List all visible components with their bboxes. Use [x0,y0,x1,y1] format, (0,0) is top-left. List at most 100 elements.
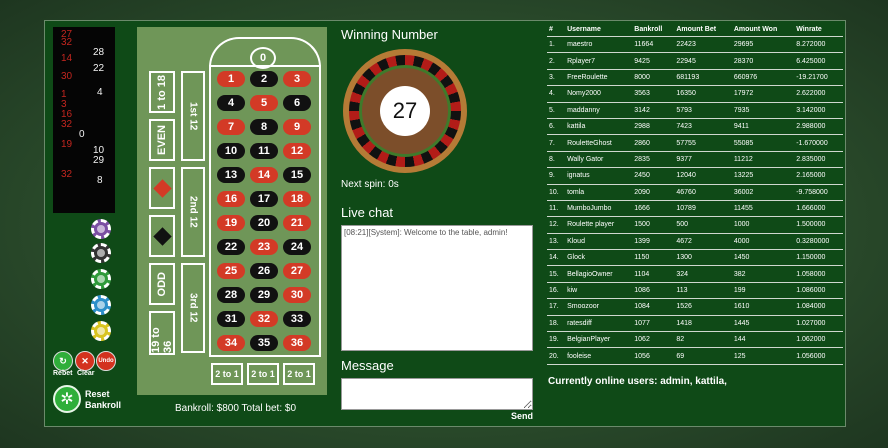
leaderboard-cell: 2450 [632,167,675,185]
leaderboard-column-header[interactable]: # [547,23,566,37]
odd-bet[interactable]: ODD [149,263,175,305]
leaderboard-cell: 9. [547,167,566,185]
dozen-bet-2[interactable]: 2nd 12 [181,167,205,257]
chip-black[interactable] [91,243,111,263]
leaderboard-cell: 7935 [731,102,795,119]
leaderboard-cell: 19. [547,331,566,349]
history-red-number: 32 [61,169,73,180]
leaderboard-cell: 2.835000 [794,151,843,169]
chip-blue[interactable] [91,295,111,315]
even-bet[interactable]: EVEN [149,119,175,161]
leaderboard-cell: 1000 [731,216,795,234]
leaderboard-row: 2. Rplayer7 9425 22945 28370 6.425000 [547,52,843,70]
leaderboard-cell: 1086 [632,282,675,300]
leaderboard-column-header[interactable]: Amount Won [731,23,795,37]
leaderboard-cell: 69 [674,347,732,365]
leaderboard-cell: 2.988000 [794,118,843,136]
leaderboard-cell: ignatus [565,167,633,185]
leaderboard-cell: 2835 [632,151,675,169]
leaderboard-cell: 144 [731,331,795,349]
dozen-bet-3[interactable]: 3rd 12 [181,263,205,353]
leaderboard-row: 6. kattila 2988 7423 9411 2.988000 [547,118,843,136]
leaderboard-cell: 46760 [674,184,732,201]
rebet-button[interactable]: ↻ [53,351,73,371]
dozen-label: 2nd 12 [187,196,199,228]
leaderboard-cell: 382 [731,265,795,283]
high-bet[interactable]: 19 to 36 [149,311,175,355]
chip-yellow[interactable] [91,321,111,341]
leaderboard-cell: 1526 [674,298,732,316]
leaderboard-cell: 1.084000 [794,298,843,316]
leaderboard-cell: 55085 [731,134,795,152]
chip-purple[interactable] [91,219,111,239]
column-bet-2[interactable]: 2 to 1 [247,363,279,385]
leaderboard-cell: 324 [674,265,732,283]
leaderboard-cell: 125 [731,347,795,365]
leaderboard-cell: 11455 [731,200,795,218]
message-input[interactable] [341,378,533,410]
history-red-number: 32 [61,37,73,48]
leaderboard-cell: kiw [565,282,633,300]
leaderboard-row: 20. fooleise 1056 69 125 1.056000 [547,347,843,365]
column-bet-3[interactable]: 2 to 1 [283,363,315,385]
leaderboard-cell: 15. [547,265,566,283]
outside-bet-label: 1 to 18 [156,74,168,110]
leaderboard-cell: Glock [565,249,633,267]
column-bet-1[interactable]: 2 to 1 [211,363,243,385]
winning-number: 27 [380,86,430,136]
dozen-bet-1[interactable]: 1st 12 [181,71,205,161]
reset-bankroll-label: Reset Bankroll [85,389,122,410]
leaderboard-cell: 113 [674,282,732,300]
leaderboard-cell: 11212 [731,151,795,169]
reset-bankroll-button[interactable]: ✲ [53,385,81,413]
send-button[interactable]: Send [511,411,533,421]
history-black-number: 0 [79,129,85,140]
leaderboard-cell: 1077 [632,315,675,333]
leaderboard-cell: Kloud [565,233,633,251]
leaderboard-cell: 2988 [632,118,675,136]
history-black-number: 22 [93,63,105,74]
leaderboard-cell: 12. [547,216,566,234]
leaderboard-cell: 18. [547,315,566,333]
dozen-label: 3rd 12 [187,293,199,323]
leaderboard-cell: maestro [565,36,633,54]
low-bet[interactable]: 1 to 18 [149,71,175,113]
chat-log[interactable]: [08:21][System]: Welcome to the table, a… [341,225,533,351]
history-black-number: 28 [93,47,105,58]
leaderboard-cell: ratesdiff [565,315,633,333]
leaderboard-cell: 0.3280000 [794,233,843,251]
leaderboard-cell: 1.058000 [794,265,843,283]
leaderboard-cell: 1.666000 [794,200,843,218]
red-bet[interactable] [149,167,175,209]
leaderboard-column-header[interactable]: Username [565,23,633,37]
clear-button[interactable]: ✕ [75,351,95,371]
leaderboard-cell: BelgianPlayer [565,331,633,349]
leaderboard-cell: 3.142000 [794,102,843,119]
leaderboard-cell: 1610 [731,298,795,316]
leaderboard-cell: 6.425000 [794,52,843,70]
betting-table: 0 1 2 3 4 5 6 7 8 9 10 11 12 13 14 15 16 17 18 19 20 21 22 23 2… [137,27,327,395]
leaderboard-cell: 13225 [731,167,795,185]
leaderboard-cell: 10. [547,184,566,201]
leaderboard-row: 13. Kloud 1399 4672 4000 0.3280000 [547,233,843,251]
leaderboard-column-header[interactable]: Winrate [794,23,843,37]
leaderboard-cell: 8. [547,151,566,169]
live-chat-title: Live chat [341,205,394,220]
leaderboard-cell: 2090 [632,184,675,201]
leaderboard-cell: 1.056000 [794,347,843,365]
leaderboard-row: 8. Wally Gator 2835 9377 11212 2.835000 [547,151,843,169]
leaderboard-cell: tomla [565,184,633,201]
leaderboard-row: 5. maddanny 3142 5793 7935 3.142000 [547,102,843,119]
leaderboard-row: 3. FreeRoulette 8000 681193 660976 -19.21700 [547,69,843,87]
leaderboard-cell: 199 [731,282,795,300]
leaderboard-cell: 36002 [731,184,795,201]
leaderboard-cell: Nomy2000 [565,85,633,103]
leaderboard-cell: 11. [547,200,566,218]
undo-button[interactable]: Undo [96,351,116,371]
leaderboard-cell: 1666 [632,200,675,218]
leaderboard-cell: 1450 [731,249,795,267]
black-bet[interactable] [149,215,175,257]
leaderboard-column-header[interactable]: Amount Bet [674,23,732,37]
leaderboard-column-header[interactable]: Bankroll [632,23,675,37]
chip-green[interactable] [91,269,111,289]
